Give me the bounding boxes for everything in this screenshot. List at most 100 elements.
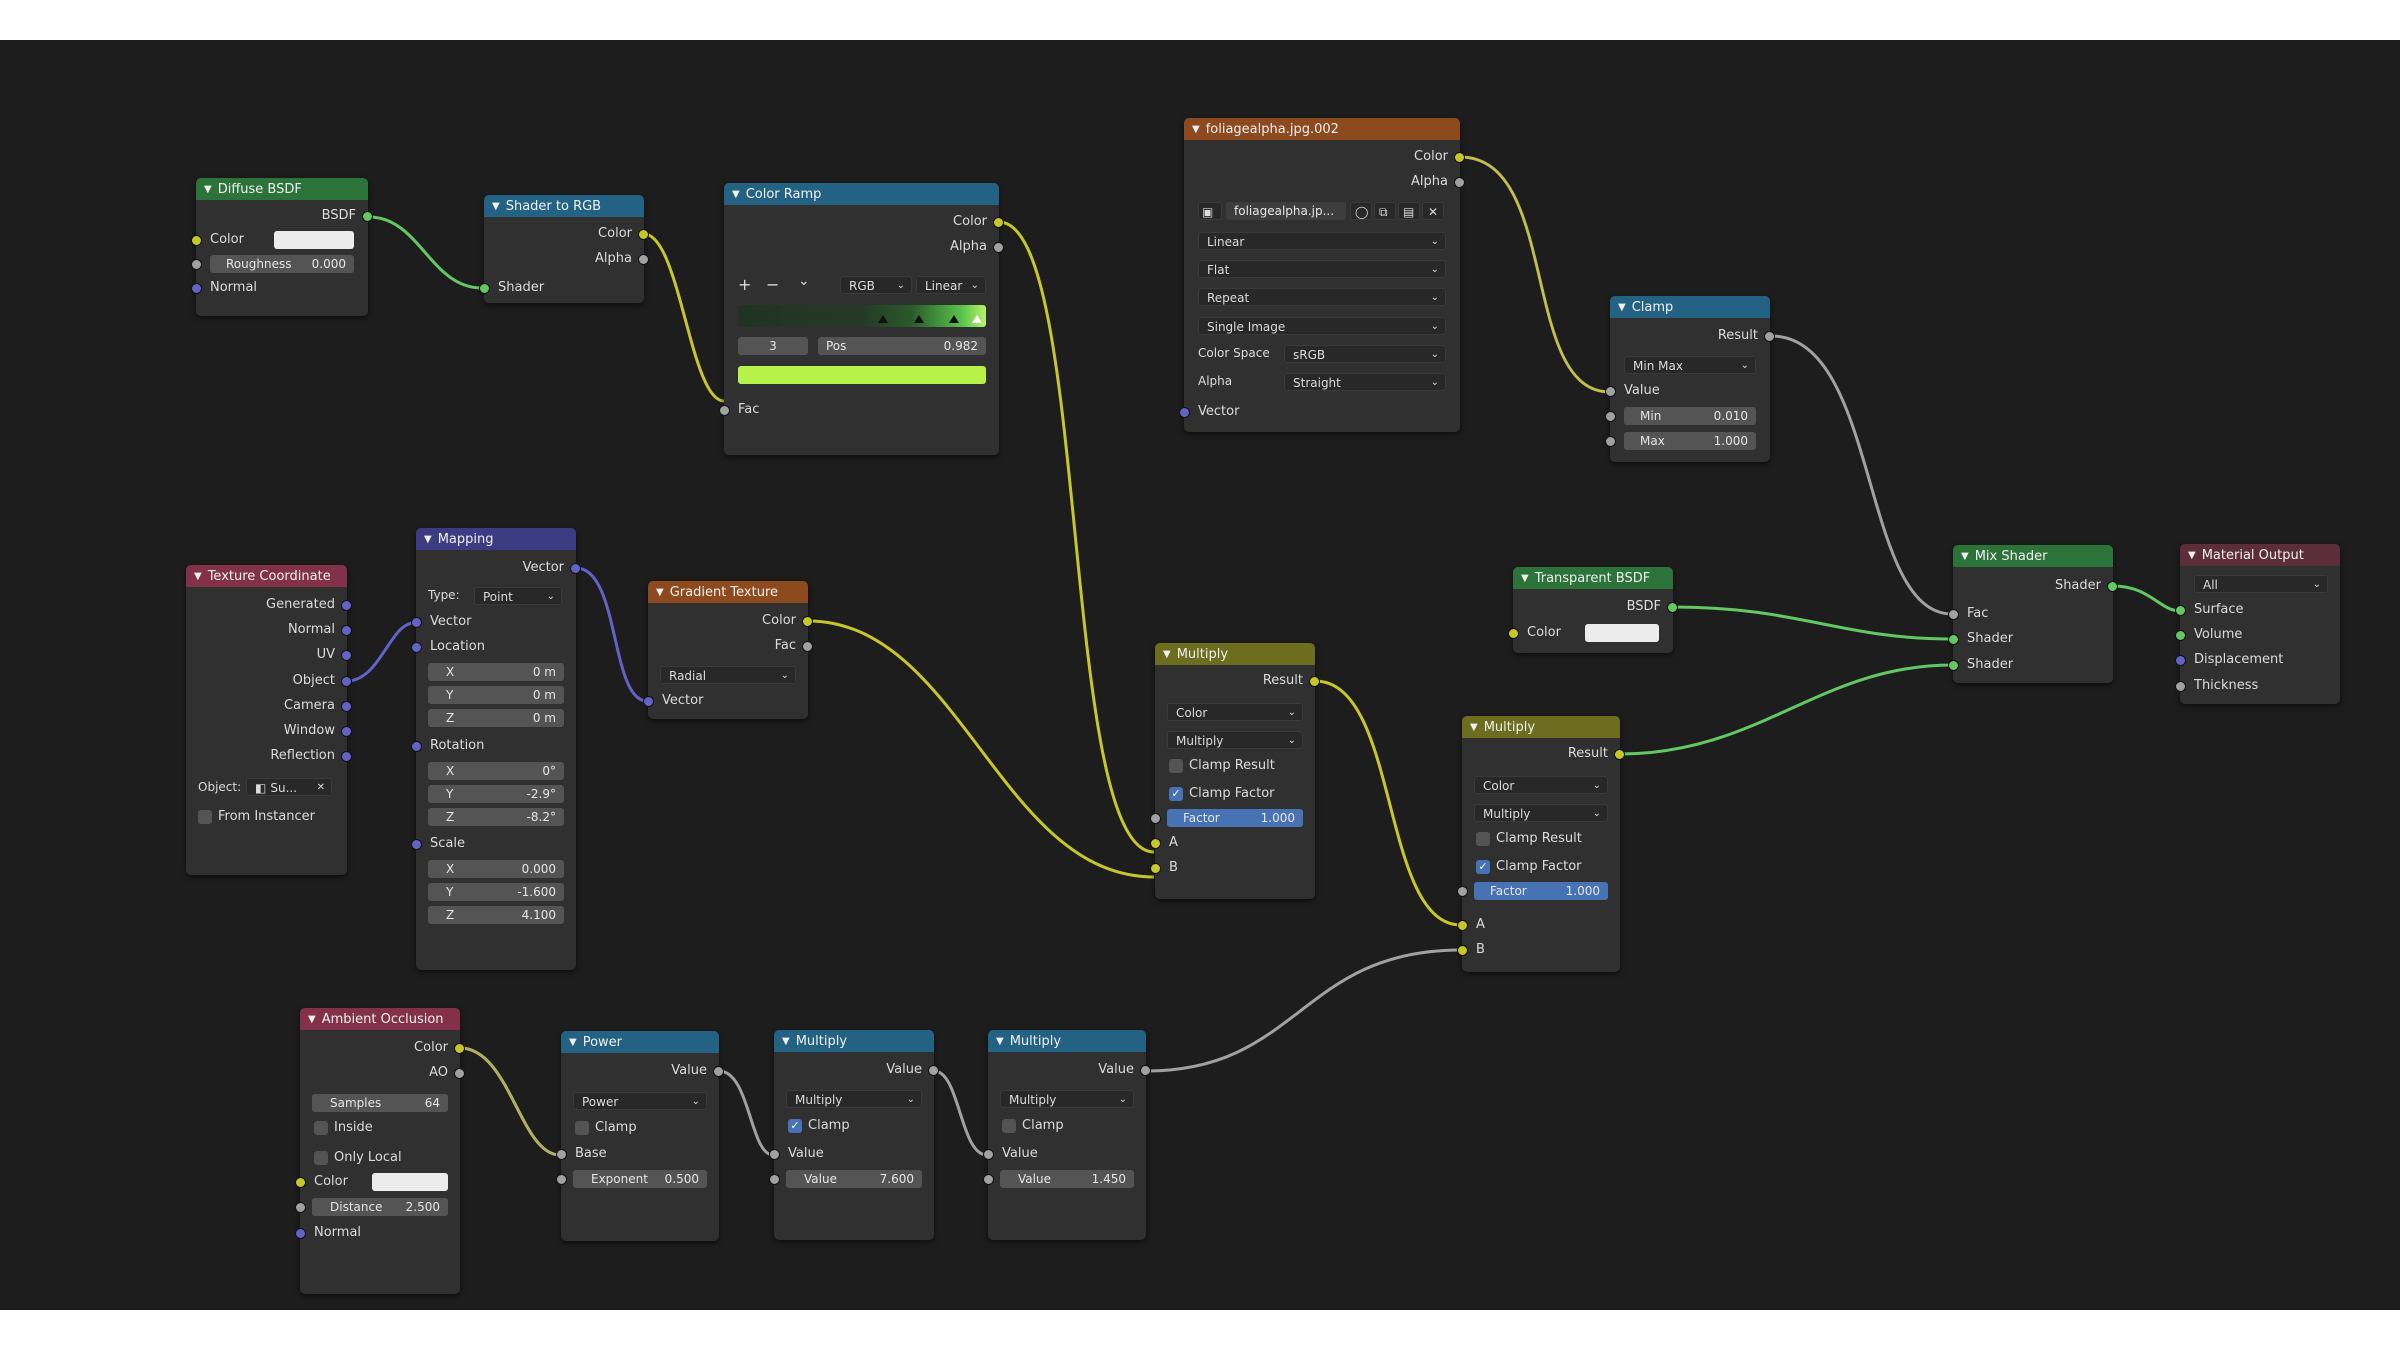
input-socket-thickness[interactable]	[2175, 681, 2186, 692]
chevron-down-icon[interactable]: ▼	[1961, 551, 1969, 562]
chevron-down-icon[interactable]: ▼	[1470, 722, 1478, 733]
clamp-factor-checkbox[interactable]: ✓	[1169, 787, 1183, 801]
node-mix-multiply-2[interactable]: ▼ Multiply Result Color ⌄ Multiply ⌄ Clamp …	[1457, 716, 1625, 972]
node-header[interactable]: ▼ foliagealpha.jpg.002	[1184, 118, 1460, 140]
output-socket-value[interactable]	[1140, 1065, 1151, 1076]
input-socket-surface[interactable]	[2175, 605, 2186, 616]
operation-select[interactable]: Multiply ⌄	[786, 1090, 922, 1108]
input-socket-shader-2[interactable]	[1948, 660, 1959, 671]
fake-user-button[interactable]: ◯	[1350, 202, 1372, 220]
output-socket-value[interactable]	[713, 1066, 724, 1077]
ramp-stop-marker[interactable]	[878, 315, 888, 323]
output-socket-bsdf[interactable]	[362, 211, 373, 222]
input-socket-min[interactable]	[1605, 411, 1616, 422]
chevron-down-icon[interactable]: ▼	[492, 201, 500, 212]
image-name-field[interactable]: foliagealpha.jp...	[1226, 202, 1346, 220]
interpolation-select[interactable]: Linear ⌄	[1198, 232, 1446, 250]
node-shader-to-rgb[interactable]: ▼ Shader to RGB Color Alpha Shader	[479, 195, 649, 303]
factor-field[interactable]: Factor 1.000	[1474, 882, 1608, 900]
input-socket-fac[interactable]	[1948, 609, 1959, 620]
chevron-down-icon[interactable]: ▼	[569, 1037, 577, 1048]
node-clamp[interactable]: ▼ Clamp Result Min Max ⌄ Value Min 0.010 Ma…	[1605, 296, 1775, 462]
chevron-down-icon[interactable]: ▼	[308, 1014, 316, 1025]
node-header[interactable]: ▼ Material Output	[2180, 544, 2340, 566]
object-picker[interactable]: ◧ Su... ✕	[246, 778, 332, 796]
output-socket-object[interactable]	[341, 676, 352, 687]
output-socket-result[interactable]	[1764, 331, 1775, 342]
color-swatch[interactable]	[274, 231, 354, 249]
input-socket-displacement[interactable]	[2175, 655, 2186, 666]
node-header[interactable]: ▼ Color Ramp	[724, 183, 999, 205]
input-socket-shader[interactable]	[479, 283, 490, 294]
location-z-field[interactable]: Z0 m	[428, 709, 564, 727]
node-header[interactable]: ▼ Mapping	[416, 528, 576, 550]
node-gradient-texture[interactable]: ▼ Gradient Texture Color Fac Radial ⌄ Vect…	[643, 581, 813, 719]
output-socket-alpha[interactable]	[638, 254, 649, 265]
input-socket-exponent[interactable]	[556, 1174, 567, 1185]
input-socket-max[interactable]	[1605, 436, 1616, 447]
node-header[interactable]: ▼ Multiply	[774, 1030, 934, 1052]
node-math-multiply-1[interactable]: ▼ Multiply Value Multiply ⌄ ✓ Clamp Value V…	[769, 1030, 939, 1240]
output-socket-generated[interactable]	[341, 600, 352, 611]
color-space-select[interactable]: sRGB ⌄	[1284, 345, 1446, 363]
output-socket-fac[interactable]	[802, 641, 813, 652]
chevron-down-icon[interactable]: ▼	[1521, 573, 1529, 584]
node-material-output[interactable]: ▼ Material Output All ⌄ Surface Volume Dis…	[2175, 544, 2340, 704]
node-ambient-occlusion[interactable]: ▼ Ambient Occlusion Color AO Samples 64 In…	[295, 1008, 465, 1294]
inside-checkbox[interactable]	[314, 1121, 328, 1135]
ramp-stop-marker-active[interactable]	[972, 315, 982, 323]
rotation-z-field[interactable]: Z -8.2°	[428, 808, 564, 826]
location-x-field[interactable]: X0 m	[428, 663, 564, 681]
output-socket-bsdf[interactable]	[1667, 602, 1678, 613]
input-socket-value-2[interactable]	[769, 1174, 780, 1185]
chevron-down-icon[interactable]: ▼	[782, 1036, 790, 1047]
location-y-field[interactable]: Y0 m	[428, 686, 564, 704]
exponent-field[interactable]: Exponent 0.500	[573, 1170, 707, 1188]
operation-select[interactable]: Multiply ⌄	[1000, 1090, 1134, 1108]
input-socket-color[interactable]	[191, 235, 202, 246]
node-header[interactable]: ▼ Texture Coordinate	[186, 565, 347, 587]
node-header[interactable]: ▼ Clamp	[1610, 296, 1770, 318]
node-mix-multiply-1[interactable]: ▼ Multiply Result Color ⌄ Multiply ⌄ Clamp …	[1150, 643, 1320, 899]
chevron-down-icon[interactable]: ▼	[732, 189, 740, 200]
color-mode-select[interactable]: RGB ⌄	[840, 276, 912, 294]
chevron-down-icon[interactable]: ▼	[1618, 302, 1626, 313]
ramp-stop-marker[interactable]	[949, 315, 959, 323]
stop-color-swatch[interactable]	[738, 366, 986, 384]
node-mapping[interactable]: ▼ Mapping Vector Type: Point ⌄ Vector Loca…	[411, 528, 581, 970]
max-field[interactable]: Max 1.000	[1624, 432, 1756, 450]
input-socket-normal[interactable]	[295, 1228, 306, 1239]
input-socket-scale[interactable]	[411, 839, 422, 850]
output-socket-result[interactable]	[1309, 676, 1320, 687]
scale-z-field[interactable]: Z 4.100	[428, 906, 564, 924]
node-math-multiply-2[interactable]: ▼ Multiply Value Multiply ⌄ Clamp Value Va…	[983, 1030, 1151, 1240]
chevron-down-icon[interactable]: ▼	[424, 534, 432, 545]
output-socket-camera[interactable]	[341, 701, 352, 712]
chevron-down-icon[interactable]: ▼	[1163, 649, 1171, 660]
node-header[interactable]: ▼ Transparent BSDF	[1513, 567, 1673, 589]
output-socket-window[interactable]	[341, 726, 352, 737]
open-image-button[interactable]: ▤	[1398, 202, 1420, 220]
alpha-mode-select[interactable]: Straight ⌄	[1284, 373, 1446, 391]
scale-y-field[interactable]: Y -1.600	[428, 883, 564, 901]
node-math-power[interactable]: ▼ Power Value Power ⌄ Clamp Base Exponent 0…	[556, 1031, 724, 1241]
node-header[interactable]: ▼ Multiply	[1155, 643, 1315, 665]
output-socket-result[interactable]	[1614, 749, 1625, 760]
distance-field[interactable]: Distance 2.500	[312, 1198, 448, 1216]
node-texture-coordinate[interactable]: ▼ Texture Coordinate Generated Normal UV …	[186, 565, 352, 875]
node-diffuse-bsdf[interactable]: ▼ Diffuse BSDF BSDF Color Roughness 0.000 …	[191, 178, 373, 316]
chevron-down-icon[interactable]: ▼	[204, 184, 212, 195]
input-socket-vector[interactable]	[643, 696, 654, 707]
input-socket-color[interactable]	[295, 1177, 306, 1188]
input-socket-vector[interactable]	[1179, 407, 1190, 418]
samples-field[interactable]: Samples 64	[312, 1094, 448, 1112]
output-socket-ao[interactable]	[454, 1068, 465, 1079]
output-socket-color[interactable]	[993, 217, 1004, 228]
source-select[interactable]: Single Image ⌄	[1198, 317, 1446, 335]
input-socket-a[interactable]	[1150, 838, 1161, 849]
value-field[interactable]: Value 7.600	[786, 1170, 922, 1188]
node-header[interactable]: ▼ Multiply	[988, 1030, 1146, 1052]
data-type-select[interactable]: Color ⌄	[1167, 703, 1303, 721]
min-field[interactable]: Min 0.010	[1624, 407, 1756, 425]
output-socket-alpha[interactable]	[993, 242, 1004, 253]
